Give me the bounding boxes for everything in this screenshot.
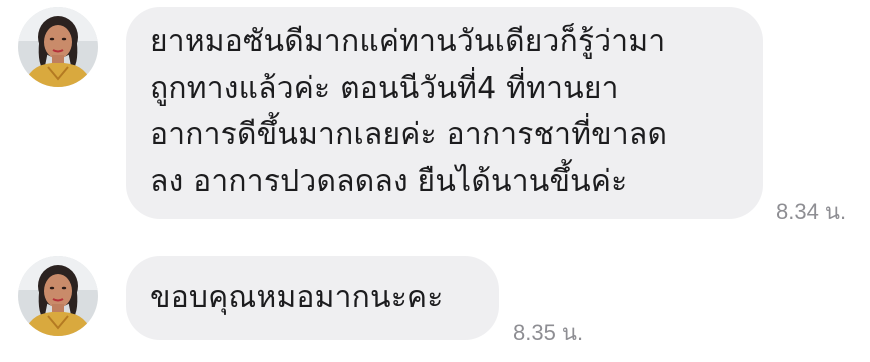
person-avatar-icon xyxy=(18,256,98,336)
message-bubble[interactable]: ขอบคุณหมอมากนะคะ xyxy=(126,256,499,340)
message-bubble[interactable]: ยาหมอซันดีมากแค่ทานวันเดียวก็รู้ว่ามา ถู… xyxy=(126,7,763,219)
message-text-line: ยาหมอซันดีมากแค่ทานวันเดียวก็รู้ว่ามา xyxy=(150,24,666,59)
message-timestamp: 8.34 น. xyxy=(776,199,847,224)
sender-avatar[interactable] xyxy=(18,7,98,87)
person-avatar-icon xyxy=(18,7,98,87)
message-text-line: ถูกทางแล้วค่ะ ตอนนีวันที่4 ที่ทานยา xyxy=(150,70,619,106)
message-row: ยาหมอซันดีมากแค่ทานวันเดียวก็รู้ว่ามา ถู… xyxy=(0,0,870,230)
message-text-line: อาการดีขึ้นมากเลยค่ะ อาการชาที่ขาลด xyxy=(150,117,668,152)
message-text-line: ลง อาการปวดลดลง ยืนได้นานขึ้นค่ะ xyxy=(150,163,628,199)
message-row: ขอบคุณหมอมากนะคะ 8.35 น. xyxy=(0,240,870,360)
message-text-line: ขอบคุณหมอมากนะคะ xyxy=(150,280,444,315)
message-timestamp: 8.35 น. xyxy=(513,320,584,345)
sender-avatar[interactable] xyxy=(18,256,98,336)
